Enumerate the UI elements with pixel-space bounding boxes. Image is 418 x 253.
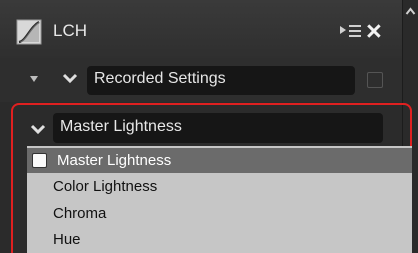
dropdown-option-master-lightness[interactable]: Master Lightness xyxy=(27,148,412,173)
collapse-triangle-icon[interactable] xyxy=(29,74,39,84)
channel-select-value: Master Lightness xyxy=(60,118,182,135)
option-label: Chroma xyxy=(53,205,107,222)
recorded-settings-checkbox[interactable] xyxy=(367,72,383,88)
lch-curve-icon xyxy=(16,19,42,45)
dropdown-option-chroma[interactable]: Chroma xyxy=(27,201,412,226)
scroll-up-icon[interactable] xyxy=(405,6,416,16)
close-icon[interactable]: × xyxy=(366,14,382,48)
chevron-down-icon[interactable] xyxy=(62,71,78,85)
chevron-down-icon[interactable] xyxy=(30,122,46,136)
option-label: Master Lightness xyxy=(57,152,172,169)
recorded-settings-label: Recorded Settings xyxy=(94,70,226,87)
panel-title: LCH xyxy=(53,21,88,40)
option-checkbox xyxy=(32,153,47,168)
dropdown-option-hue[interactable]: Hue xyxy=(27,227,412,252)
panel-menu-icon[interactable] xyxy=(339,22,363,42)
option-label: Color Lightness xyxy=(53,178,158,195)
dropdown-option-color-lightness[interactable]: Color Lightness xyxy=(27,174,412,199)
option-label: Hue xyxy=(53,231,81,248)
